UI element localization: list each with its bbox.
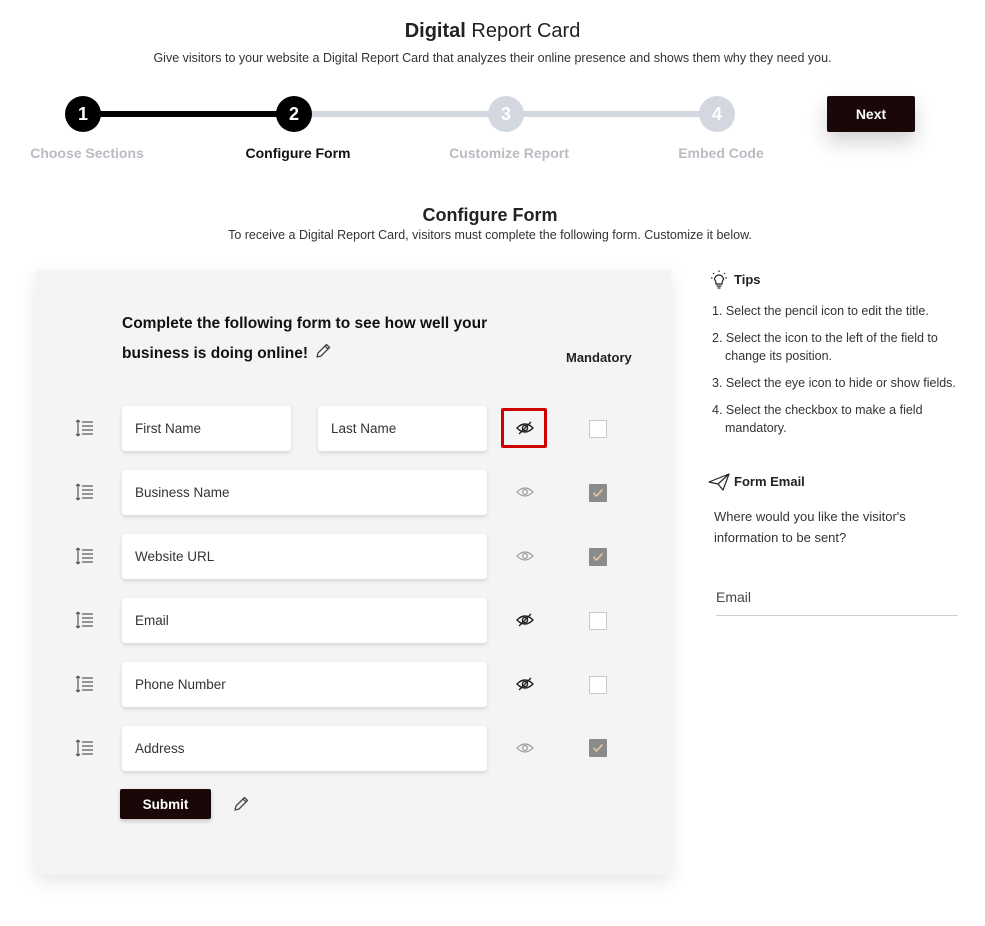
mandatory-checkbox[interactable] [589, 676, 607, 694]
first-name-field[interactable]: First Name [122, 406, 291, 451]
address-field[interactable]: Address [122, 726, 487, 771]
phone-number-field[interactable]: Phone Number [122, 662, 487, 707]
pencil-icon[interactable] [232, 795, 250, 813]
reorder-lines-icon[interactable] [74, 482, 94, 502]
page-title-bold: Digital [404, 20, 466, 42]
reorder-lines-icon[interactable] [74, 610, 94, 630]
eye-icon[interactable] [516, 485, 534, 499]
form-heading: Complete the following form to see how w… [122, 309, 502, 369]
reorder-lines-icon[interactable] [74, 674, 94, 694]
section-description: To receive a Digital Report Card, visito… [228, 228, 752, 242]
form-email-heading: Form Email [734, 474, 805, 489]
step-1-circle[interactable]: 1 [65, 96, 101, 132]
business-name-field[interactable]: Business Name [122, 470, 487, 515]
eye-icon[interactable] [516, 741, 534, 755]
step-3-label[interactable]: Customize Report [429, 145, 589, 161]
tip-item: 2. Select the icon to the left of the fi… [712, 331, 938, 363]
reorder-lines-icon[interactable] [74, 418, 94, 438]
email-field[interactable]: Email [122, 598, 487, 643]
step-4-label[interactable]: Embed Code [641, 145, 801, 161]
step-2-label[interactable]: Configure Form [218, 145, 378, 161]
checkmark-icon [592, 552, 604, 562]
stepper-track-completed [90, 111, 300, 117]
step-3-circle[interactable]: 3 [488, 96, 524, 132]
mandatory-checkbox[interactable] [589, 420, 607, 438]
page-subtitle: Give visitors to your website a Digital … [153, 51, 832, 65]
website-url-field[interactable]: Website URL [122, 534, 487, 579]
step-1-label[interactable]: Choose Sections [7, 145, 167, 161]
submit-button[interactable]: Submit [120, 789, 211, 819]
tip-item: 4. Select the checkbox to make a field m… [712, 403, 923, 435]
form-heading-text: Complete the following form to see how w… [122, 315, 488, 362]
mandatory-checkbox[interactable] [589, 612, 607, 630]
checkmark-icon [592, 488, 604, 498]
paper-plane-icon [708, 473, 730, 491]
tip-item: 3. Select the eye icon to hide or show f… [712, 376, 956, 390]
page-title: Digital Report Card [0, 20, 985, 43]
last-name-field[interactable]: Last Name [318, 406, 487, 451]
form-email-input[interactable] [716, 578, 958, 616]
eye-icon[interactable] [516, 549, 534, 563]
mandatory-checkbox[interactable] [589, 484, 607, 502]
step-2-circle[interactable]: 2 [276, 96, 312, 132]
mandatory-column-label: Mandatory [566, 350, 632, 365]
form-email-question: Where would you like the visitor's infor… [714, 509, 906, 545]
eye-slash-icon[interactable] [516, 677, 534, 691]
step-4-circle[interactable]: 4 [699, 96, 735, 132]
lightbulb-icon [711, 270, 727, 289]
reorder-lines-icon[interactable] [74, 738, 94, 758]
tips-list: 1. Select the pencil icon to edit the ti… [712, 302, 967, 446]
section-title: Configure Form [422, 205, 558, 225]
mandatory-checkbox[interactable] [589, 548, 607, 566]
next-button[interactable]: Next [827, 96, 915, 132]
eye-slash-icon[interactable] [516, 421, 534, 435]
mandatory-checkbox[interactable] [589, 739, 607, 757]
tip-item: 1. Select the pencil icon to edit the ti… [712, 304, 929, 318]
checkmark-icon [592, 743, 604, 753]
page-title-rest: Report Card [471, 20, 581, 42]
pencil-icon[interactable] [314, 342, 332, 360]
eye-slash-icon[interactable] [516, 613, 534, 627]
reorder-lines-icon[interactable] [74, 546, 94, 566]
tips-heading: Tips [734, 272, 761, 287]
